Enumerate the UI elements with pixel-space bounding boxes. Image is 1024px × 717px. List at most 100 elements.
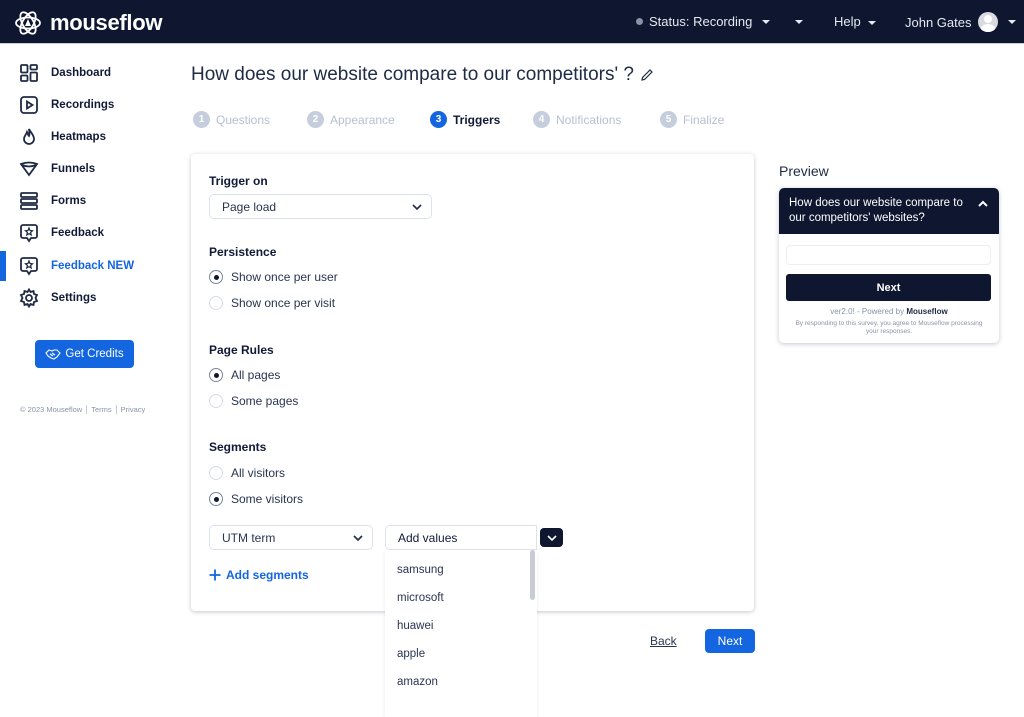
preview-next-button[interactable]: Next bbox=[786, 274, 991, 301]
radio-label: Some pages bbox=[231, 394, 299, 408]
copyright-text: © 2023 Mouseflow bbox=[20, 405, 83, 414]
preview-answer-input[interactable] bbox=[786, 245, 991, 265]
status-dropdown[interactable]: Status: Recording bbox=[636, 14, 771, 29]
sidebar-item-label: Heatmaps bbox=[51, 131, 106, 143]
sidebar-item-feedback[interactable]: Feedback bbox=[0, 218, 170, 248]
feedback-icon bbox=[19, 256, 39, 276]
radio-show-once-per-user[interactable]: Show once per user bbox=[209, 270, 338, 284]
add-segments-label: Add segments bbox=[226, 568, 309, 582]
sidebar-item-label: Recordings bbox=[51, 99, 115, 111]
preview-heading: Preview bbox=[779, 163, 829, 179]
radio-button[interactable] bbox=[209, 368, 223, 382]
dropdown-option[interactable]: microsoft bbox=[397, 592, 444, 604]
help-label: Help bbox=[834, 14, 861, 29]
sidebar: Dashboard Recordings Heatmaps Funnels Fo… bbox=[0, 44, 170, 717]
radio-some-visitors[interactable]: Some visitors bbox=[209, 492, 303, 506]
dropdown-option[interactable]: samsung bbox=[397, 564, 444, 576]
radio-all-visitors[interactable]: All visitors bbox=[209, 466, 285, 480]
project-dropdown-caret-icon[interactable] bbox=[795, 20, 803, 24]
sidebar-item-recordings[interactable]: Recordings bbox=[0, 90, 170, 120]
sidebar-item-label: Funnels bbox=[51, 163, 96, 175]
preview-powered-by: ver2.0! - Powered by Mouseflow bbox=[779, 307, 999, 316]
radio-show-once-per-visit[interactable]: Show once per visit bbox=[209, 296, 335, 310]
preview-question-header: How does our website compare to our comp… bbox=[779, 188, 999, 234]
step-label: Triggers bbox=[453, 112, 501, 127]
plus-icon bbox=[209, 569, 221, 581]
sidebar-item-funnels[interactable]: Funnels bbox=[0, 154, 170, 184]
chevron-down-icon bbox=[412, 204, 422, 211]
step-appearance[interactable]: 2 Appearance bbox=[307, 111, 395, 128]
powered-by-text: ver2.0! - Powered by bbox=[830, 307, 905, 316]
step-number: 1 bbox=[193, 111, 210, 128]
add-values-placeholder: Add values bbox=[398, 530, 458, 545]
values-dropdown-list: samsung microsoft huawei apple amazon bbox=[385, 550, 537, 717]
survey-preview-widget: How does our website compare to our comp… bbox=[779, 188, 999, 343]
add-values-input[interactable]: Add values bbox=[385, 525, 537, 550]
privacy-link[interactable]: Privacy bbox=[115, 405, 145, 414]
trigger-on-select[interactable]: Page load bbox=[209, 194, 432, 219]
values-dropdown-toggle[interactable] bbox=[540, 528, 563, 547]
radio-label: Show once per visit bbox=[231, 296, 336, 310]
sidebar-item-feedback-new[interactable]: Feedback NEW bbox=[0, 251, 170, 281]
step-number: 4 bbox=[533, 111, 550, 128]
caret-down-icon bbox=[868, 20, 877, 25]
mouseflow-logo-icon bbox=[15, 11, 41, 35]
status-label: Status: Recording bbox=[649, 14, 753, 29]
radio-some-pages[interactable]: Some pages bbox=[209, 394, 298, 408]
sidebar-item-heatmaps[interactable]: Heatmaps bbox=[0, 122, 170, 152]
radio-button[interactable] bbox=[209, 492, 223, 506]
help-dropdown[interactable]: Help bbox=[834, 14, 877, 29]
radio-label: Some visitors bbox=[231, 492, 304, 506]
radio-button[interactable] bbox=[209, 466, 223, 480]
sidebar-item-label: Feedback bbox=[51, 227, 105, 239]
next-button[interactable]: Next bbox=[705, 629, 755, 653]
terms-link[interactable]: Terms bbox=[86, 405, 112, 414]
flame-icon bbox=[19, 127, 39, 147]
radio-button[interactable] bbox=[209, 270, 223, 284]
step-triggers[interactable]: 3 Triggers bbox=[430, 111, 500, 128]
radio-button[interactable] bbox=[209, 296, 223, 310]
dropdown-option[interactable]: apple bbox=[397, 648, 425, 660]
forms-icon bbox=[19, 191, 39, 211]
status-dot-icon bbox=[636, 18, 643, 25]
segment-type-select[interactable]: UTM term bbox=[209, 525, 373, 550]
segments-label: Segments bbox=[209, 440, 267, 454]
dropdown-option[interactable]: huawei bbox=[397, 620, 433, 632]
step-questions[interactable]: 1 Questions bbox=[193, 111, 270, 128]
step-label: Appearance bbox=[330, 112, 395, 127]
caret-down-icon bbox=[762, 19, 771, 24]
chevron-up-icon[interactable] bbox=[977, 198, 989, 210]
survey-title: How does our website compare to our comp… bbox=[191, 64, 634, 85]
step-notifications[interactable]: 4 Notifications bbox=[533, 111, 621, 128]
chevron-down-icon bbox=[546, 534, 557, 541]
radio-button[interactable] bbox=[209, 394, 223, 408]
get-credits-button[interactable]: Get Credits bbox=[35, 340, 134, 368]
trigger-on-label: Trigger on bbox=[209, 174, 268, 188]
logo[interactable]: mouseflow bbox=[14, 9, 163, 37]
sidebar-item-label: Forms bbox=[51, 195, 87, 207]
sidebar-item-label: Feedback NEW bbox=[51, 260, 135, 272]
user-menu[interactable]: John Gates bbox=[905, 12, 1016, 32]
chevron-down-icon bbox=[353, 535, 363, 542]
dropdown-scrollbar[interactable] bbox=[530, 550, 535, 600]
step-label: Notifications bbox=[556, 112, 622, 127]
step-label: Questions bbox=[216, 112, 271, 127]
sidebar-item-dashboard[interactable]: Dashboard bbox=[0, 58, 170, 88]
sidebar-item-settings[interactable]: Settings bbox=[0, 283, 170, 313]
radio-all-pages[interactable]: All pages bbox=[209, 368, 280, 382]
step-finalize[interactable]: 5 Finalize bbox=[660, 111, 724, 128]
sidebar-item-label: Settings bbox=[51, 292, 97, 304]
triggers-card: Trigger on Page load Persistence Show on… bbox=[191, 154, 754, 611]
page-title: How does our website compare to our comp… bbox=[191, 64, 654, 86]
footer-links: © 2023 Mouseflow Terms Privacy bbox=[20, 405, 145, 414]
pencil-icon[interactable] bbox=[640, 68, 654, 82]
user-name: John Gates bbox=[905, 14, 972, 30]
step-label: Finalize bbox=[683, 112, 725, 127]
sidebar-item-forms[interactable]: Forms bbox=[0, 186, 170, 216]
top-bar: mouseflow Status: Recording Help John Ga… bbox=[0, 0, 1024, 44]
add-segments-button[interactable]: Add segments bbox=[209, 568, 309, 582]
back-link[interactable]: Back bbox=[650, 634, 677, 648]
dropdown-option[interactable]: amazon bbox=[397, 676, 438, 688]
step-number: 3 bbox=[430, 111, 447, 128]
segment-type-value: UTM term bbox=[222, 530, 276, 545]
